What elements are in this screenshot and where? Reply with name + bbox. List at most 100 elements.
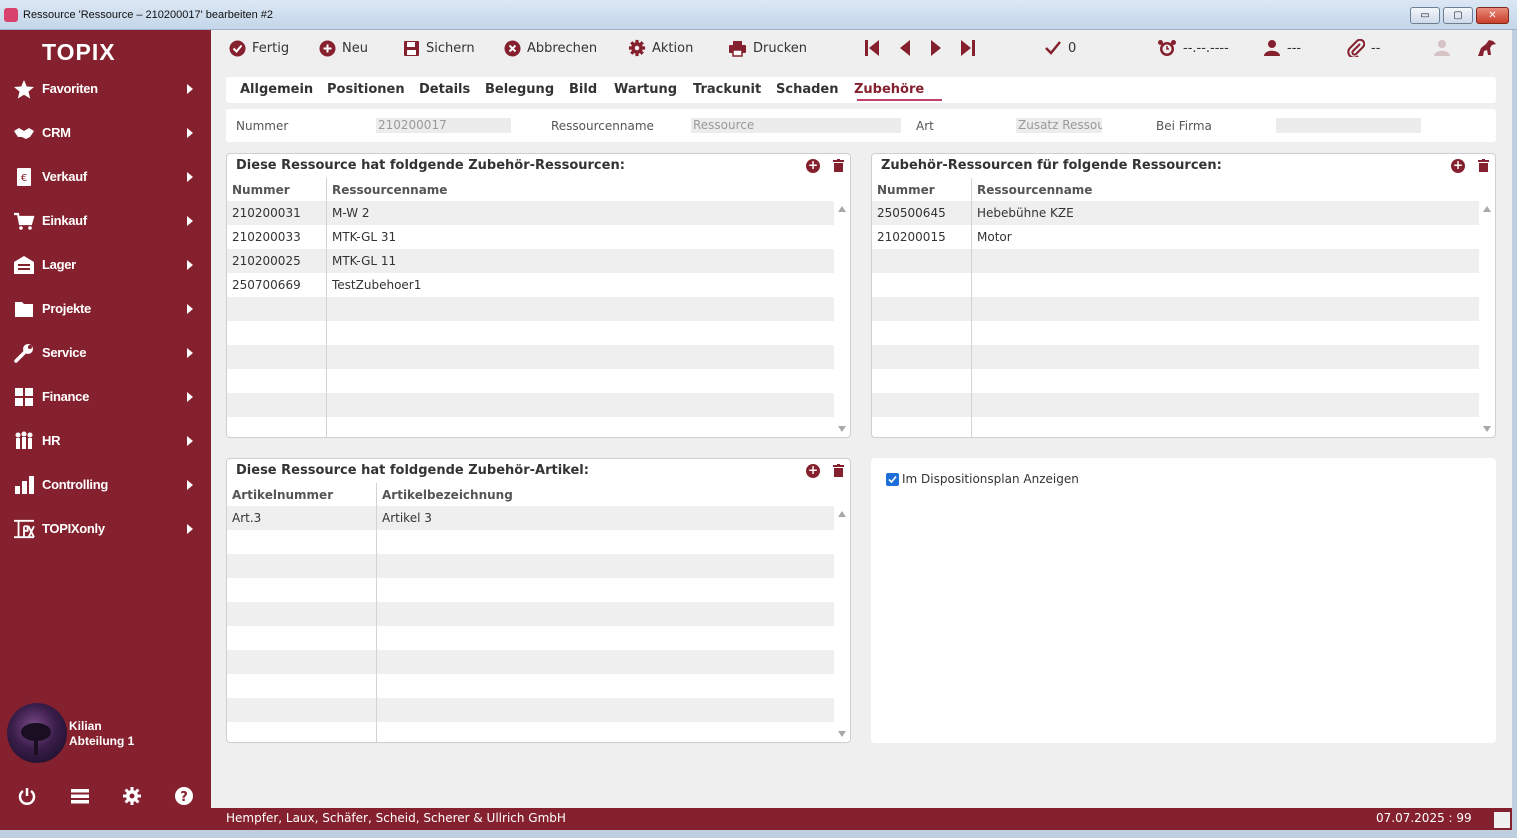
deadline-indicator[interactable]: --.--.---- bbox=[1157, 39, 1229, 57]
tab-zubehoere[interactable]: Zubehöre bbox=[854, 82, 924, 97]
avatar[interactable] bbox=[7, 703, 67, 763]
sidebar-item-label: Favoriten bbox=[42, 81, 98, 96]
scroll-up-icon[interactable] bbox=[838, 206, 846, 212]
star-icon bbox=[14, 80, 34, 99]
trash-icon[interactable] bbox=[1478, 159, 1489, 172]
add-icon[interactable]: + bbox=[1451, 159, 1465, 173]
help-icon[interactable]: ? bbox=[174, 786, 194, 806]
trash-icon[interactable] bbox=[833, 464, 844, 477]
drucken-label: Drucken bbox=[753, 40, 808, 56]
resize-grip-icon[interactable] bbox=[1494, 812, 1510, 828]
tab-positionen[interactable]: Positionen bbox=[327, 82, 405, 97]
tab-details[interactable]: Details bbox=[419, 82, 470, 97]
art-field[interactable]: Zusatz Ressou bbox=[1016, 118, 1102, 133]
table-row-empty bbox=[227, 650, 834, 674]
status-date: 07.07.2025 : 99 bbox=[1376, 811, 1472, 825]
scroll-up-icon[interactable] bbox=[1483, 206, 1491, 212]
column-divider bbox=[326, 178, 327, 437]
close-button[interactable]: ✕ bbox=[1476, 7, 1509, 24]
add-icon[interactable]: + bbox=[806, 159, 820, 173]
dispo-checkbox[interactable] bbox=[886, 473, 899, 486]
cell-name: MTK-GL 31 bbox=[332, 230, 397, 244]
sidebar-item-hr[interactable]: HR bbox=[0, 421, 211, 461]
sidebar-item-crm[interactable]: CRM bbox=[0, 113, 211, 153]
column-header-artikelbezeichnung[interactable]: Artikelbezeichnung bbox=[382, 488, 513, 502]
scrollbar[interactable] bbox=[834, 201, 849, 436]
sidebar-item-topixonly[interactable]: TOPIXonly bbox=[0, 509, 211, 549]
bei-firma-field[interactable] bbox=[1276, 118, 1421, 133]
dino-icon[interactable] bbox=[1476, 38, 1498, 58]
tab-wartung[interactable]: Wartung bbox=[614, 82, 677, 97]
column-header-ressourcenname[interactable]: Ressourcenname bbox=[332, 183, 447, 197]
checks-indicator[interactable]: 0 bbox=[1044, 39, 1076, 57]
table-row-empty bbox=[227, 345, 834, 369]
scroll-up-icon[interactable] bbox=[838, 511, 846, 517]
next-record-icon[interactable] bbox=[930, 39, 942, 57]
maximize-button[interactable]: ▢ bbox=[1443, 7, 1473, 24]
euro-document-icon: € bbox=[17, 168, 31, 186]
drucken-button[interactable]: Drucken bbox=[728, 39, 807, 57]
tab-bild[interactable]: Bild bbox=[569, 82, 597, 97]
dispo-options-panel: Im Dispositionsplan Anzeigen bbox=[871, 458, 1496, 743]
power-icon[interactable] bbox=[17, 786, 37, 806]
nummer-field[interactable]: 210200017 bbox=[376, 118, 511, 133]
responsible-indicator[interactable]: --- bbox=[1263, 39, 1301, 57]
tab-schaden[interactable]: Schaden bbox=[776, 82, 838, 97]
ressourcenname-field[interactable]: Ressource bbox=[691, 118, 901, 133]
table-row[interactable]: 250700669 TestZubehoer1 bbox=[227, 273, 834, 297]
table-row-empty bbox=[227, 554, 834, 578]
neu-button[interactable]: Neu bbox=[319, 39, 368, 57]
attachments-indicator[interactable]: -- bbox=[1347, 39, 1380, 57]
aktion-button[interactable]: Aktion bbox=[628, 39, 693, 57]
cart-icon bbox=[14, 212, 35, 230]
sichern-button[interactable]: Sichern bbox=[403, 39, 475, 57]
scroll-down-icon[interactable] bbox=[838, 731, 846, 737]
sidebar-item-favoriten[interactable]: Favoriten bbox=[0, 69, 211, 109]
sidebar-item-lager[interactable]: Lager bbox=[0, 245, 211, 285]
table-row[interactable]: 210200025 MTK-GL 11 bbox=[227, 249, 834, 273]
tab-allgemein[interactable]: Allgemein bbox=[240, 82, 313, 97]
abbrechen-button[interactable]: Abbrechen bbox=[504, 39, 597, 57]
chevron-right-icon bbox=[187, 392, 193, 402]
tab-trackunit[interactable]: Trackunit bbox=[693, 82, 761, 97]
gear-icon[interactable] bbox=[122, 786, 142, 806]
column-header-ressourcenname[interactable]: Ressourcenname bbox=[977, 183, 1092, 197]
table-row[interactable]: 210200015 Motor bbox=[872, 225, 1479, 249]
panel-title: Diese Ressource hat foldgende Zubehör-Ar… bbox=[236, 463, 589, 478]
column-header-nummer[interactable]: Nummer bbox=[232, 183, 290, 197]
window-titlebar: Ressource 'Ressource – 210200017' bearbe… bbox=[0, 0, 1517, 30]
table-row[interactable]: 210200033 MTK-GL 31 bbox=[227, 225, 834, 249]
trash-icon[interactable] bbox=[833, 159, 844, 172]
column-header-artikelnummer[interactable]: Artikelnummer bbox=[232, 488, 333, 502]
fertig-label: Fertig bbox=[252, 40, 290, 56]
minimize-button[interactable]: ▭ bbox=[1410, 7, 1440, 24]
previous-record-icon[interactable] bbox=[899, 39, 911, 57]
table-row[interactable]: Art.3 Artikel 3 bbox=[227, 506, 834, 530]
dispo-checkbox-label[interactable]: Im Dispositionsplan Anzeigen bbox=[902, 472, 1079, 486]
column-header-nummer[interactable]: Nummer bbox=[877, 183, 935, 197]
scroll-down-icon[interactable] bbox=[838, 426, 846, 432]
scroll-down-icon[interactable] bbox=[1483, 426, 1491, 432]
sidebar-item-finance[interactable]: Finance bbox=[0, 377, 211, 417]
table-row[interactable]: 250500645 Hebebühne KZE bbox=[872, 201, 1479, 225]
table-row[interactable]: 210200031 M-W 2 bbox=[227, 201, 834, 225]
sidebar-item-projekte[interactable]: Projekte bbox=[0, 289, 211, 329]
table-row-empty bbox=[872, 249, 1479, 273]
parent-resources-panel: Zubehör-Ressourcen für folgende Ressourc… bbox=[871, 153, 1496, 438]
add-icon[interactable]: + bbox=[806, 464, 820, 478]
list-icon[interactable] bbox=[70, 786, 90, 806]
fertig-button[interactable]: Fertig bbox=[229, 39, 289, 57]
sidebar-item-controlling[interactable]: Controlling bbox=[0, 465, 211, 505]
last-record-icon[interactable] bbox=[960, 39, 976, 57]
sidebar-item-einkauf[interactable]: Einkauf bbox=[0, 201, 211, 241]
cell-name: TestZubehoer1 bbox=[332, 278, 422, 292]
sidebar-item-service[interactable]: Service bbox=[0, 333, 211, 373]
tab-belegung[interactable]: Belegung bbox=[485, 82, 554, 97]
table-row-empty bbox=[227, 722, 834, 742]
scrollbar[interactable] bbox=[834, 506, 849, 741]
check-circle-icon bbox=[229, 40, 246, 56]
first-record-icon[interactable] bbox=[864, 39, 880, 57]
scrollbar[interactable] bbox=[1479, 201, 1494, 436]
sidebar-item-verkauf[interactable]: € Verkauf bbox=[0, 157, 211, 197]
cell-name: MTK-GL 11 bbox=[332, 254, 397, 268]
